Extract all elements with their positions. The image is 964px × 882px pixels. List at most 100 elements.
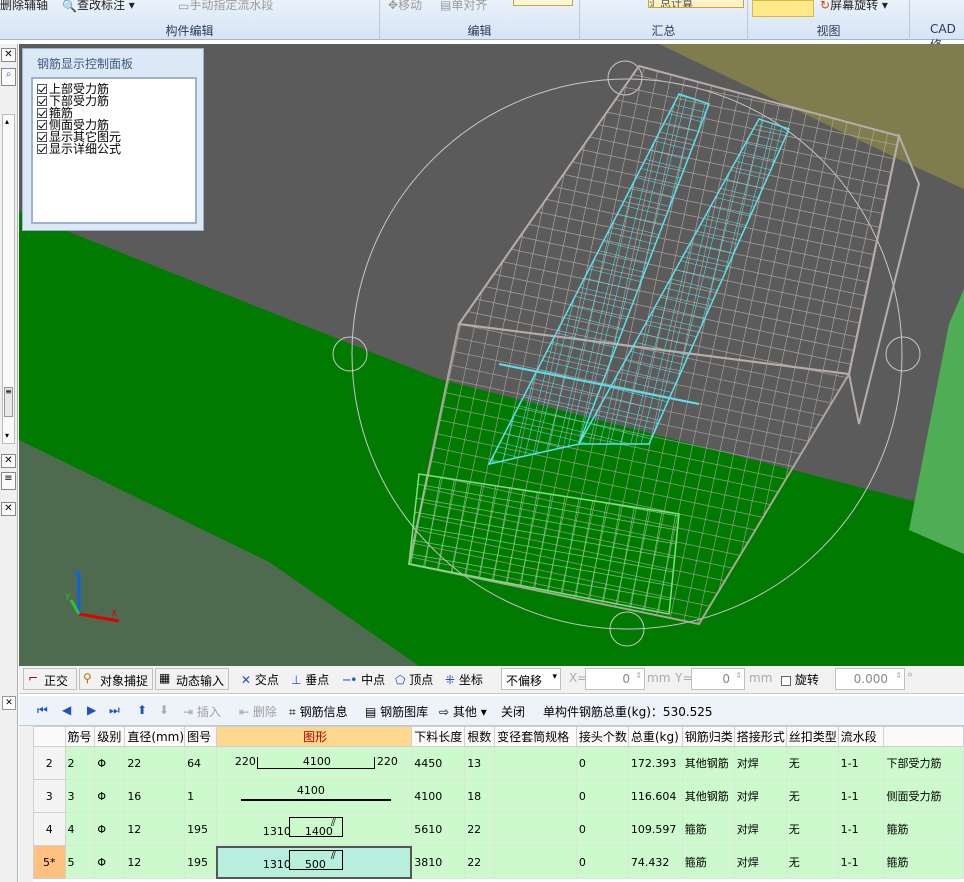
close-icon[interactable]: ✕ — [1, 48, 16, 62]
cell-joints[interactable]: 0 — [575, 779, 629, 813]
cell-diameter[interactable]: 16 — [124, 779, 186, 813]
cell-joints[interactable]: 0 — [575, 812, 629, 846]
cell-thread[interactable]: 无 — [785, 779, 839, 813]
cell-segment[interactable]: 1-1 — [837, 746, 885, 780]
col-header[interactable]: 总重(kg) — [627, 726, 683, 747]
cell-length[interactable]: 4450 — [411, 746, 466, 780]
checkbox-icon[interactable] — [37, 96, 47, 106]
checkbox-icon[interactable] — [37, 108, 47, 118]
screen-rotate-button[interactable]: ↻屏幕旋转 ▾ — [820, 0, 888, 13]
checkbox-icon[interactable] — [37, 132, 47, 142]
cell-category[interactable]: 其他钢筋 — [681, 746, 735, 780]
gizmo-handle-right[interactable] — [885, 336, 921, 372]
checkbox-icon[interactable] — [781, 675, 791, 686]
cell-diameter[interactable]: 12 — [124, 812, 186, 846]
cell-weight[interactable]: 109.597 — [627, 812, 683, 846]
row-number[interactable]: 4 — [33, 812, 66, 846]
checkbox-icon[interactable] — [37, 84, 47, 94]
col-header[interactable]: 筋号 — [64, 726, 96, 747]
coordinate-button[interactable]: ⁜ 坐标 — [445, 671, 483, 688]
cell-name[interactable]: 下部受力筋 — [883, 746, 964, 780]
next-record-icon[interactable]: ▶ — [87, 703, 96, 717]
col-header[interactable]: 丝扣类型 — [785, 726, 839, 747]
view-highlight-button[interactable] — [752, 0, 814, 17]
col-header[interactable] — [883, 726, 964, 747]
last-record-icon[interactable]: ⏭ — [109, 703, 120, 718]
intersection-button[interactable]: ✕ 交点 — [241, 671, 279, 688]
col-header[interactable]: 搭接形式 — [733, 726, 787, 747]
move-button[interactable]: ✥移动 — [388, 0, 422, 13]
scroll-up-icon[interactable]: ▴ — [5, 117, 9, 126]
col-header[interactable]: 钢筋归类 — [681, 726, 735, 747]
cell-diameter[interactable]: 22 — [124, 746, 186, 780]
offset-mode-select[interactable]: 不偏移 ▾ — [501, 668, 561, 690]
cell-shape[interactable]: 1310 1400 ⫽ — [215, 812, 413, 846]
cell-sleeve[interactable] — [494, 779, 577, 813]
cell-thread[interactable]: 无 — [785, 812, 839, 846]
stepper-icon[interactable]: ⇕ — [735, 671, 742, 680]
cell-grade[interactable]: Φ — [94, 746, 126, 780]
cell-lap[interactable]: 对焊 — [733, 845, 787, 879]
cell-length[interactable]: 4100 — [411, 779, 466, 813]
close-icon[interactable]: ✕ — [2, 696, 16, 710]
cell-segment[interactable]: 1-1 — [837, 779, 885, 813]
move-up-icon[interactable]: ⬆ — [137, 703, 147, 717]
cell-lap[interactable]: 对焊 — [733, 746, 787, 780]
cell-no[interactable]: 4 — [64, 812, 96, 846]
col-header[interactable]: 图号 — [184, 726, 217, 747]
cell-joints[interactable]: 0 — [575, 746, 629, 780]
col-header[interactable]: 级别 — [94, 726, 126, 747]
cell-category[interactable]: 箍筋 — [681, 812, 735, 846]
cell-diameter[interactable]: 12 — [124, 845, 186, 879]
cell-weight[interactable]: 172.393 — [627, 746, 683, 780]
cell-category[interactable]: 其他钢筋 — [681, 779, 735, 813]
x-input[interactable]: 0 ⇕ — [585, 668, 645, 690]
cell-length[interactable]: 5610 — [411, 812, 466, 846]
cell-joints[interactable]: 0 — [575, 845, 629, 879]
table-row[interactable]: 5* 5 Φ 12 195 1310 500 ⫽ 3810 22 0 74.432 … — [33, 845, 964, 879]
cell-weight[interactable]: 74.432 — [627, 845, 683, 879]
cell-no[interactable]: 2 — [64, 746, 96, 780]
cell-count[interactable]: 22 — [464, 845, 496, 879]
cell-segment[interactable]: 1-1 — [837, 812, 885, 846]
stepper-icon[interactable]: ⇕ — [635, 671, 642, 680]
row-number[interactable]: 2 — [33, 746, 66, 780]
col-header[interactable]: 下料长度 — [411, 726, 466, 747]
other-menu-button[interactable]: ⇨ 其他 ▾ — [439, 703, 487, 720]
y-input[interactable]: 0 ⇕ — [691, 668, 745, 690]
cell-weight[interactable]: 116.604 — [627, 779, 683, 813]
cell-thread[interactable]: 无 — [785, 746, 839, 780]
col-header-shape[interactable]: 图形 — [215, 726, 413, 747]
cell-lap[interactable]: 对焊 — [733, 812, 787, 846]
cell-length[interactable]: 3810 — [411, 845, 466, 879]
cell-name[interactable]: 箍筋 — [883, 845, 964, 879]
ortho-button[interactable]: ⌐ 正交 — [23, 668, 77, 690]
delete-button[interactable]: ⇤ 删除 — [239, 703, 277, 720]
cell-grade[interactable]: Φ — [94, 845, 126, 879]
checkbox-show-formula[interactable]: 显示详细公式 — [37, 143, 121, 155]
rebar-library-button[interactable]: ▤ 钢筋图库 — [365, 703, 428, 720]
checkbox-icon[interactable] — [37, 120, 47, 130]
cell-figure[interactable]: 1 — [184, 779, 217, 813]
first-record-icon[interactable]: ⏮ — [37, 703, 48, 718]
table-row[interactable]: 4 4 Φ 12 195 1310 1400 ⫽ 5610 22 0 109.597… — [33, 812, 964, 846]
table-row[interactable]: 3 3 Φ 16 1 4100 4100 18 0 116.604 其他钢筋 对… — [33, 779, 964, 813]
summary-calc-button[interactable]: 汇总计算 — [648, 0, 744, 8]
col-header[interactable]: 变径套筒规格 — [494, 726, 577, 747]
row-number[interactable]: 3 — [33, 779, 66, 813]
midpoint-button[interactable]: ─• 中点 — [343, 671, 385, 688]
cell-sleeve[interactable] — [494, 845, 577, 879]
col-header[interactable]: 接头个数 — [575, 726, 629, 747]
scroll-thumb[interactable]: ≡ — [4, 387, 13, 417]
row-number[interactable]: 5* — [33, 845, 66, 879]
cell-lap[interactable]: 对焊 — [733, 779, 787, 813]
stepper-icon[interactable]: ⇕ — [895, 671, 902, 680]
col-header[interactable]: 直径(mm) — [124, 726, 186, 747]
close-icon[interactable]: ✕ — [1, 454, 16, 468]
insert-button[interactable]: ⇥ 插入 — [183, 703, 221, 720]
scroll-down-icon[interactable]: ▾ — [5, 431, 9, 440]
checkbox-icon[interactable] — [37, 144, 47, 154]
close-icon[interactable]: ✕ — [1, 502, 16, 516]
perpendicular-button[interactable]: ⊥ 垂点 — [291, 671, 329, 688]
cell-sleeve[interactable] — [494, 812, 577, 846]
